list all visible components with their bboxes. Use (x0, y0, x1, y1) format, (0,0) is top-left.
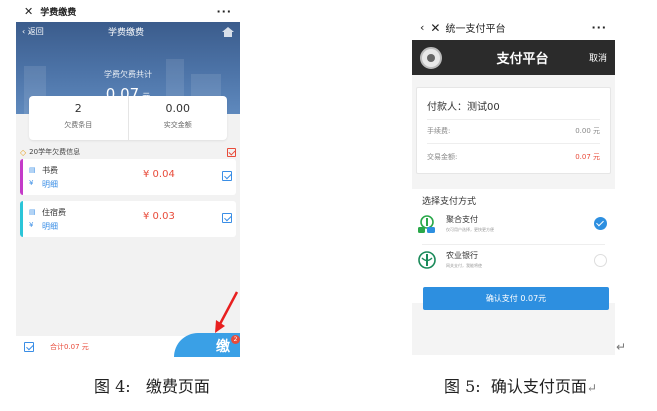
left-phone-screen: ✕ 学费缴费 ··· ‹ 返回 学费缴费 学费欠费共计 0.07元 2 欠费条目… (16, 0, 240, 357)
pay-button[interactable]: 缴 2 (174, 333, 240, 357)
pay-button-label: 缴 (216, 339, 230, 355)
money-icon: ¥ (29, 179, 34, 187)
fee-price: ¥ 0.04 (143, 169, 175, 180)
back-button[interactable]: ‹ 返回 (22, 26, 72, 37)
fee-detail-link[interactable]: 明细 (42, 221, 58, 232)
school-seal-logo (420, 46, 442, 69)
document-icon: ▤ (29, 166, 36, 174)
method-name: 聚合支付 (446, 215, 478, 224)
fee-item-books[interactable]: ▤ ¥ 书费 明细 ¥ 0.04 (20, 159, 236, 195)
fee-price: ¥ 0.03 (143, 211, 175, 222)
money-icon: ¥ (29, 221, 34, 229)
close-icon[interactable]: ✕ (430, 21, 440, 35)
amount-label: 交易金额: (427, 153, 458, 161)
section-header: ◇ 20学年欠费信息 (20, 145, 236, 159)
document-icon: ▤ (29, 208, 36, 216)
fee-checkbox[interactable] (222, 213, 232, 223)
agricultural-bank-icon (418, 251, 436, 269)
page-title: 学费缴费 (107, 28, 144, 38)
right-phone-screen: ‹ ✕ 统一支付平台 ··· 支付平台 取消 付款人：测试00 手续费: 0.0… (412, 15, 615, 355)
fee-label: 手续费: (427, 127, 451, 135)
platform-header: 支付平台 取消 (412, 40, 615, 75)
method-agricultural-bank[interactable]: 农业银行 网关支付，我能将使 (416, 248, 611, 276)
platform-title: 支付平台 (496, 52, 549, 67)
fee-detail-link[interactable]: 明细 (42, 179, 58, 190)
fee-name: 书费 (42, 166, 58, 175)
wechat-title-bar: ✕ 学费缴费 ··· (16, 0, 240, 22)
payment-method-section: 选择支付方式 聚合支付 仅可用户选择，更快更方便 农业银行 网关支付，我能将使 (412, 189, 615, 303)
stats-card: 2 欠费条目 0.00 实交金额 (29, 96, 227, 140)
total-label: 合计0.07 元 (50, 342, 89, 351)
fee-checkbox[interactable] (222, 171, 232, 181)
method-name: 农业银行 (446, 251, 478, 260)
fee-name: 住宿费 (42, 208, 66, 217)
caption-figure-4: 图 4: 缴费页面 (94, 377, 210, 396)
return-mark-icon: ↵ (586, 381, 597, 395)
accent-bar (20, 159, 23, 195)
accent-bar (20, 201, 23, 237)
back-label: 返回 (27, 27, 44, 36)
caption-figure-5: 图 5: 确认支付页面↵ (444, 377, 597, 396)
wechat-title-bar: ‹ ✕ 统一支付平台 ··· (412, 15, 615, 40)
method-radio-unselected[interactable] (594, 254, 607, 267)
method-aggregate-pay[interactable]: 聚合支付 仅可用户选择，更快更方便 (416, 212, 611, 240)
aggregate-pay-icon (418, 215, 435, 233)
more-icon[interactable]: ··· (591, 21, 607, 34)
page-nav: ‹ 返回 学费缴费 (22, 25, 234, 38)
pay-count-badge: 2 (231, 335, 240, 344)
fee-item-dorm[interactable]: ▤ ¥ 住宿费 明细 ¥ 0.03 (20, 201, 236, 237)
select-all-bottom-checkbox[interactable] (24, 341, 34, 352)
close-icon[interactable]: ✕ (24, 5, 33, 18)
fee-value: 0.00 元 (575, 127, 600, 135)
stat-paid-amount: 0.00 实交金额 (127, 96, 228, 140)
select-all-checkbox[interactable] (227, 147, 236, 157)
method-radio-selected[interactable] (594, 217, 607, 230)
divider (427, 143, 600, 144)
back-icon[interactable]: ‹ (420, 21, 424, 34)
amount-value: 0.07 元 (575, 153, 600, 161)
return-mark-icon: ↵ (616, 340, 627, 354)
diamond-icon: ◇ (20, 147, 27, 157)
method-description: 网关支付，我能将使 (446, 263, 482, 268)
payer-label: 付款人：测试00 (427, 102, 500, 113)
payment-info-card: 付款人：测试00 手续费: 0.00 元 交易金额: 0.07 元 (416, 87, 611, 174)
stat-owed-items: 2 欠费条目 (64, 102, 93, 129)
owed-total-label: 学费欠费共计 (104, 70, 152, 79)
home-icon[interactable] (222, 26, 234, 37)
wechat-title: 学费缴费 (40, 7, 77, 18)
divider (427, 119, 600, 120)
method-section-title: 选择支付方式 (422, 197, 477, 207)
divider (422, 244, 605, 245)
wechat-title: 统一支付平台 (445, 24, 506, 35)
confirm-pay-button[interactable]: 确认支付 0.07元 (423, 287, 609, 310)
section-title: 20学年欠费信息 (29, 148, 81, 156)
method-description: 仅可用户选择，更快更方便 (446, 227, 494, 232)
more-icon[interactable]: ··· (216, 5, 232, 18)
cancel-button[interactable]: 取消 (589, 51, 607, 64)
